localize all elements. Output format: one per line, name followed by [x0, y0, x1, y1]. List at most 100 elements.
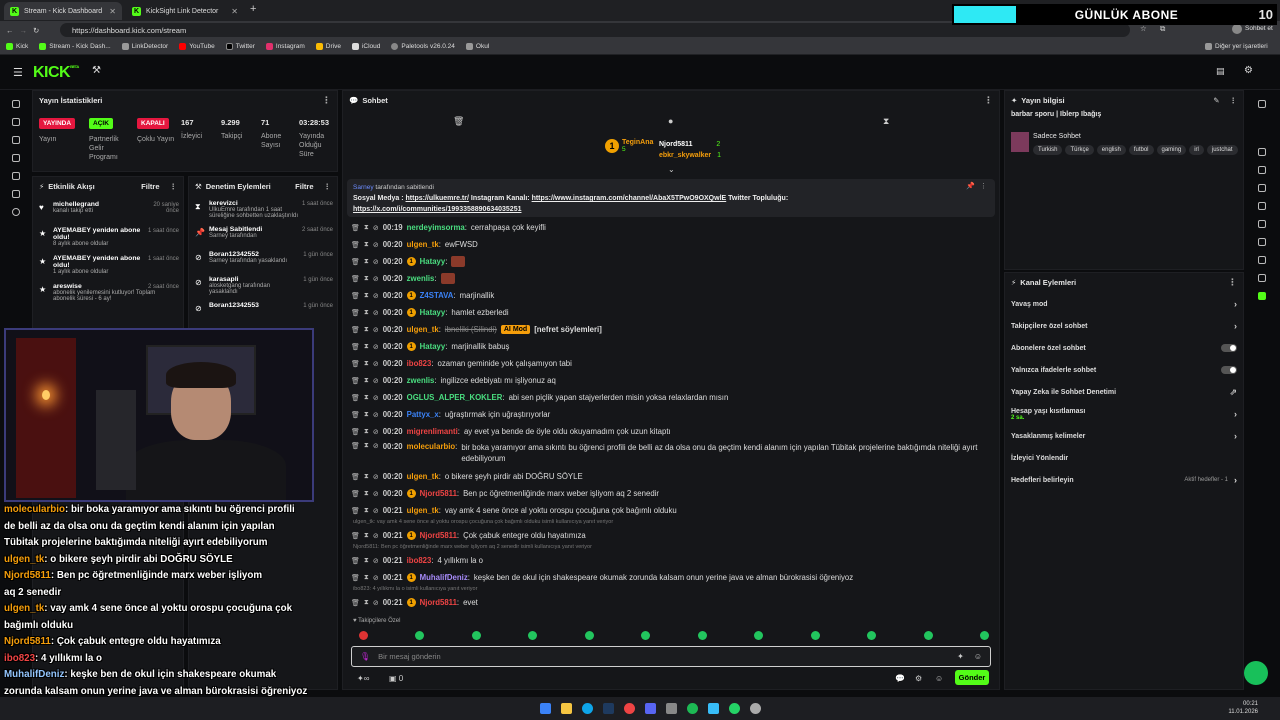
- windows-start-icon[interactable]: [540, 703, 551, 714]
- gear-icon[interactable]: ⚙: [915, 674, 922, 683]
- points-icon[interactable]: ✦∞: [357, 674, 369, 683]
- bookmark-instagram[interactable]: Instagram: [265, 43, 305, 50]
- kick-logo[interactable]: KICKBETA: [33, 64, 79, 82]
- mod-action-item[interactable]: ⊘ Boran12342552 Sarney tarafından yasaklan…: [189, 249, 337, 271]
- ban-icon[interactable]: ⊘: [373, 258, 379, 266]
- timeout-icon[interactable]: ⧗: [364, 428, 369, 436]
- avatar[interactable]: [1232, 24, 1242, 34]
- chat-message[interactable]: 🗑 ⧗ ⊘ 00:20 ulgen_tk: ewFWSD: [343, 236, 999, 253]
- file-icon[interactable]: [1258, 184, 1266, 192]
- pin-icon[interactable]: 📌: [966, 181, 975, 192]
- mic-icon[interactable]: 🎙: [360, 652, 370, 661]
- timeout-icon[interactable]: ⧗: [364, 394, 369, 402]
- message-username[interactable]: OGLUS_ALPER_KOKLER: [407, 393, 503, 402]
- message-username[interactable]: zwenlis: [407, 274, 435, 283]
- timeout-icon[interactable]: ⧗: [364, 241, 369, 249]
- chat-rail-icon[interactable]: [1258, 202, 1266, 210]
- trash-icon[interactable]: 🗑: [351, 490, 360, 498]
- message-username[interactable]: Njord5811: [420, 531, 457, 540]
- chat-message[interactable]: 🗑 ⧗ ⊘ 00:20 OGLUS_ALPER_KOKLER: abi sen piçli…: [343, 389, 999, 406]
- message-username[interactable]: Njord5811: [420, 598, 457, 607]
- timeout-icon[interactable]: ⧗: [364, 507, 369, 515]
- reload-icon[interactable]: ↻: [33, 26, 39, 35]
- timeout-icon[interactable]: ⧗: [364, 557, 369, 565]
- message-username[interactable]: molecularbio: [407, 442, 456, 451]
- chat-message[interactable]: 🗑 ⧗ ⊘ 00:20 zwenlis:: [343, 270, 999, 287]
- profile-label[interactable]: Sohbet et: [1245, 25, 1273, 32]
- ban-icon[interactable]: ⊘: [373, 360, 379, 368]
- chat-message[interactable]: 🗑 ⧗ ⊘ 00:20 1 Njord5811: Ben pc öğretmenliğind…: [343, 485, 999, 502]
- new-tab-icon[interactable]: +: [250, 3, 256, 15]
- url-input[interactable]: https://dashboard.kick.com/stream: [60, 23, 1130, 37]
- stream-category[interactable]: Sadece Sohbet: [1033, 133, 1081, 140]
- tools-icon[interactable]: ⚒: [92, 65, 101, 76]
- ban-icon[interactable]: ⊘: [373, 532, 379, 540]
- channel-action-row[interactable]: Yasaklanmış kelimeler ›: [1005, 425, 1243, 447]
- bookmark-youtube[interactable]: YouTube: [179, 43, 215, 50]
- timeout-icon[interactable]: ⧗: [364, 574, 369, 582]
- timeout-icon[interactable]: ⧗: [364, 473, 369, 481]
- chat-message[interactable]: 🗑 ⧗ ⊘ 00:20 zwenlis: ingilizce edebiyatı mı i…: [343, 372, 999, 389]
- emote-icon[interactable]: [697, 631, 707, 640]
- emote-icon[interactable]: [528, 631, 538, 640]
- bot-icon[interactable]: ☺: [935, 674, 943, 683]
- ban-icon[interactable]: ⊘: [373, 574, 379, 582]
- message-username[interactable]: ulgen_tk: [407, 472, 439, 481]
- top-chatter-3[interactable]: ebkr_skywalker 1: [659, 150, 721, 161]
- chat-message[interactable]: 🗑 ⧗ ⊘ 00:20 ibo823: ozaman geminide yok çalış…: [343, 355, 999, 372]
- ban-icon[interactable]: ⊘: [373, 241, 379, 249]
- ban-icon[interactable]: ⊘: [373, 473, 379, 481]
- chat-message[interactable]: 🗑 ⧗ ⊘ 00:20 1 Z4STAVA: marjinallik: [343, 287, 999, 304]
- chat-message[interactable]: 🗑 ⧗ ⊘ 00:20 1 Hatayy: marjinallik babuş: [343, 338, 999, 355]
- chevron-down-icon[interactable]: ⌄: [668, 165, 675, 174]
- ban-icon[interactable]: ⊘: [373, 275, 379, 283]
- activity-item[interactable]: ♥ michellegrand kanalı takip etti 20 saniye…: [33, 199, 183, 221]
- bookmark-paletools[interactable]: Paletools v26.0.24: [391, 43, 455, 50]
- timeout-icon[interactable]: ⧗: [364, 292, 369, 300]
- support-chat-icon[interactable]: [1244, 661, 1268, 685]
- trash-icon[interactable]: 🗑: [351, 507, 360, 515]
- trash-icon[interactable]: 🗑: [351, 224, 360, 232]
- mod-action-item[interactable]: ⧗ kerevizci UlkuEmre tarafından 1 saat sür…: [189, 198, 337, 221]
- edit-icon[interactable]: ✎: [1213, 96, 1219, 105]
- mod-action-item[interactable]: ⊘ Boran12342553 1 gün önce: [189, 300, 337, 322]
- menu-icon[interactable]: ☰: [13, 66, 23, 79]
- app-icon[interactable]: [708, 703, 719, 714]
- trash-icon[interactable]: 🗑: [351, 275, 360, 283]
- trash-icon[interactable]: 🗑: [351, 411, 360, 419]
- steam-icon[interactable]: [603, 703, 614, 714]
- message-username[interactable]: Hatayy: [420, 257, 446, 266]
- more-icon[interactable]: ⋮: [1230, 96, 1238, 105]
- bookmark-linkdetector[interactable]: LinkDetector: [121, 43, 168, 50]
- chat-message[interactable]: 🗑 ⧗ ⊘ 00:20 ulgen_tk: o bikere şeyh pirdir ab…: [343, 468, 999, 485]
- trophy-icon[interactable]: [12, 136, 20, 144]
- whatsapp-icon[interactable]: [729, 703, 740, 714]
- bookmark-other[interactable]: Diğer yer işaretleri: [1205, 43, 1268, 50]
- timeout-icon[interactable]: ⧗: [364, 599, 369, 607]
- timeout-icon[interactable]: ⧗: [364, 532, 369, 540]
- message-username[interactable]: migrenlimanti: [407, 427, 458, 436]
- activity-item[interactable]: ★ areswise abonelik yenilemesini kutluyor!…: [33, 281, 183, 304]
- timeout-icon[interactable]: ⧗: [364, 224, 369, 232]
- channel-action-row[interactable]: Yapay Zeka ile Sohbet Denetimi ⇗: [1005, 381, 1243, 403]
- ban-icon[interactable]: ⊘: [373, 394, 379, 402]
- top-chatter-2[interactable]: Njord5811 2: [659, 139, 721, 150]
- ban-icon[interactable]: ⊘: [373, 428, 379, 436]
- activity-item[interactable]: ★ AYEMABEY yeniden abone oldu! 8 aylık abo…: [33, 225, 183, 249]
- timeout-icon[interactable]: ⧗: [364, 309, 369, 317]
- chat-message[interactable]: 🗑 ⧗ ⊘ 00:20 molecularbio: bir boka yaramıyor …: [343, 440, 999, 468]
- activity-filter-button[interactable]: Filtre: [141, 182, 159, 191]
- message-username[interactable]: Pattyx_x: [407, 410, 439, 419]
- channel-action-row[interactable]: Takipçilere özel sohbet ›: [1005, 315, 1243, 337]
- trash-icon[interactable]: 🗑: [351, 258, 360, 266]
- activity-item[interactable]: ★ AYEMABEY yeniden abone oldu! 1 aylık abo…: [33, 253, 183, 277]
- emote-icon[interactable]: [810, 631, 820, 640]
- emote-icon[interactable]: [415, 631, 425, 640]
- community-icon[interactable]: [12, 172, 20, 180]
- clock[interactable]: 00:21 11.01.2026: [1200, 700, 1258, 716]
- chat-message[interactable]: 🗑 ⧗ ⊘ 00:21 ulgen_tk: vay amk 4 sene önce al …: [343, 502, 999, 519]
- emote-icon[interactable]: [923, 631, 933, 640]
- emote-icon[interactable]: [471, 631, 481, 640]
- chat-mode-icon[interactable]: ●: [668, 116, 673, 126]
- chat-message[interactable]: 🗑 ⧗ ⊘ 00:20 ulgen_tk: ibneliki (Silindi) AI Mo…: [343, 321, 999, 338]
